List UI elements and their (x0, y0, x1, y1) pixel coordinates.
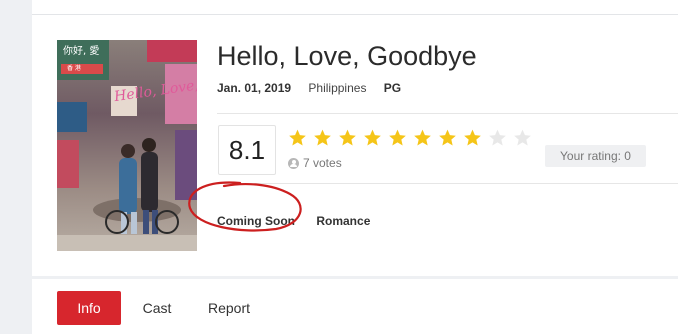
movie-meta: Jan. 01, 2019 Philippines PG (217, 81, 401, 95)
votes-label: 7 votes (303, 156, 342, 170)
user-icon (288, 157, 299, 169)
your-rating-badge: Your rating: 0 (545, 145, 646, 167)
genre-tag-coming-soon[interactable]: Coming Soon (217, 214, 295, 228)
divider-bottom (217, 183, 678, 184)
tab-info[interactable]: Info (57, 291, 121, 325)
content-rating: PG (383, 81, 402, 95)
poster-sign-text: 你好, 愛 (63, 44, 99, 57)
poster-sign-subtext: 香 港 (67, 64, 81, 72)
star-icon[interactable] (437, 128, 458, 148)
tab-bar: Info Cast Report (32, 279, 678, 334)
votes-count: 7 votes (288, 156, 342, 170)
star-icon[interactable] (287, 128, 308, 148)
movie-info-card: 你好, 愛 香 港 Hello, Love, Goodbye Hello, Lo… (32, 15, 678, 276)
movie-title: Hello, Love, Goodbye (217, 41, 477, 71)
poster-image: 你好, 愛 香 港 Hello, Love, Goodbye (57, 40, 197, 251)
genre-list: Coming Soon Romance (217, 214, 370, 228)
country: Philippines (308, 81, 367, 95)
star-icon[interactable] (462, 128, 483, 148)
genre-tag-romance[interactable]: Romance (316, 214, 370, 228)
movie-poster[interactable]: 你好, 愛 香 港 Hello, Love, Goodbye (57, 40, 197, 251)
release-date: Jan. 01, 2019 (217, 81, 292, 95)
star-icon[interactable] (362, 128, 383, 148)
star-icon[interactable] (512, 128, 533, 148)
star-rating[interactable] (287, 128, 533, 148)
star-icon[interactable] (312, 128, 333, 148)
star-icon[interactable] (412, 128, 433, 148)
score-box: 8.1 (218, 125, 276, 175)
star-icon[interactable] (337, 128, 358, 148)
top-strip (32, 0, 678, 15)
star-icon[interactable] (487, 128, 508, 148)
tab-cast[interactable]: Cast (140, 291, 174, 325)
star-icon[interactable] (387, 128, 408, 148)
divider-top (217, 113, 678, 114)
tab-report[interactable]: Report (206, 291, 252, 325)
